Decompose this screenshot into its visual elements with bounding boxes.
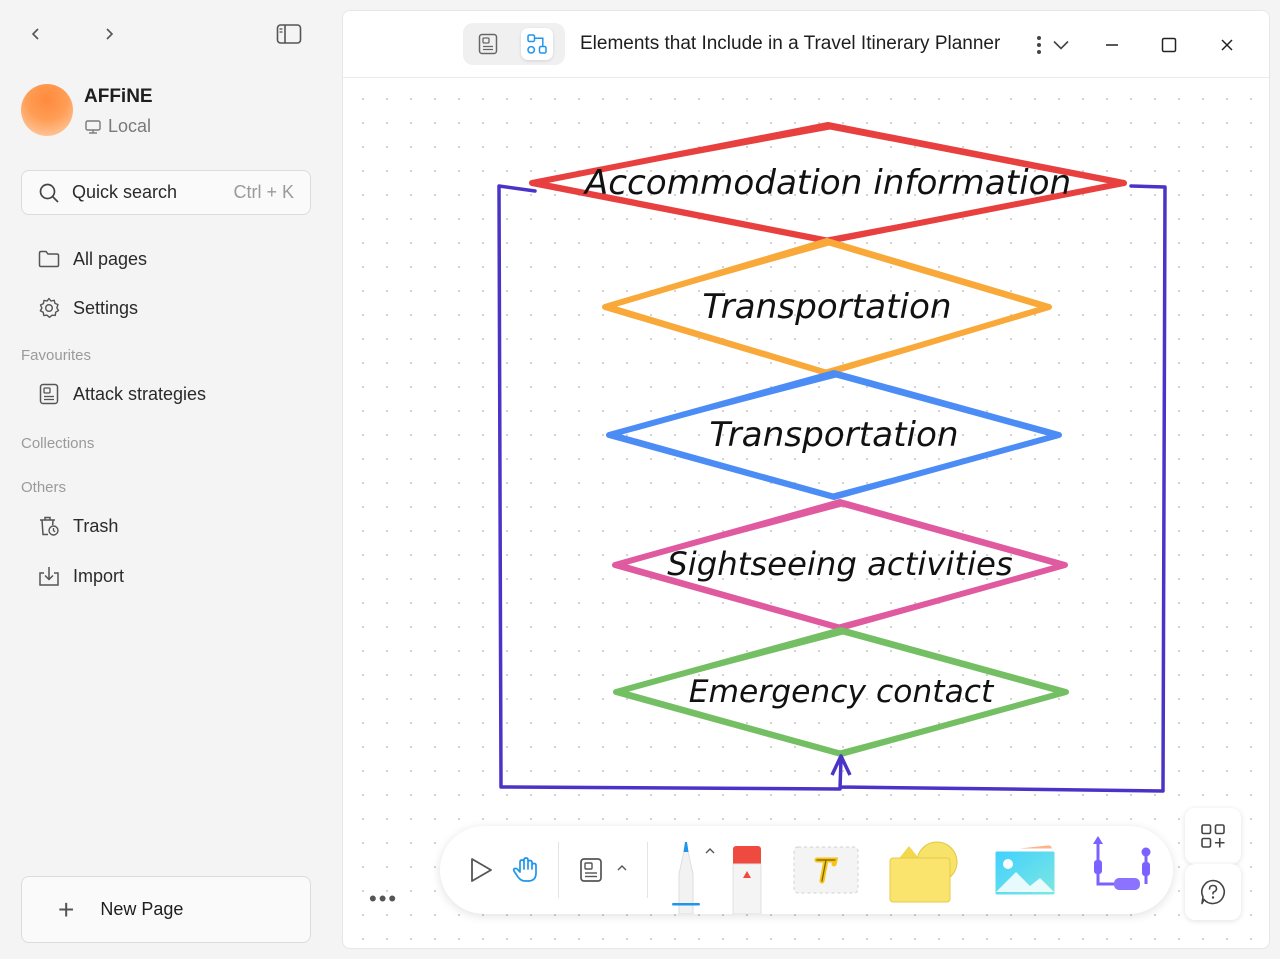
diamond-label: Transportation	[702, 287, 951, 327]
note-tool[interactable]	[574, 853, 608, 887]
more-options-button[interactable]: •••	[369, 886, 398, 912]
gear-icon	[37, 296, 61, 320]
frame-navigator-button[interactable]	[1185, 808, 1241, 864]
select-icon	[471, 858, 492, 882]
help-button[interactable]	[1185, 864, 1241, 920]
connector-icon	[1093, 836, 1151, 890]
text-icon	[793, 846, 859, 894]
eraser-tool[interactable]	[730, 834, 764, 914]
diamond-shape[interactable]: Sightseeing activities	[612, 499, 1068, 631]
note-tool-expand[interactable]	[614, 859, 630, 875]
others-heading[interactable]: Others	[21, 479, 66, 496]
toolbar-divider	[558, 842, 559, 898]
quick-search-shortcut: Ctrl + K	[233, 182, 294, 202]
diamond-label: Transportation	[709, 415, 958, 455]
close-button[interactable]	[1213, 31, 1241, 59]
pen-icon	[672, 842, 700, 914]
connector-tool[interactable]	[1086, 832, 1152, 900]
eraser-icon	[732, 846, 762, 914]
toolbar-divider	[647, 842, 648, 898]
pen-tool-expand[interactable]	[702, 842, 718, 858]
favourites-heading[interactable]: Favourites	[21, 347, 91, 364]
chevron-up-icon	[617, 864, 627, 870]
edgeless-toolbar	[440, 826, 1173, 914]
sidebar-item-settings[interactable]: Settings	[21, 288, 311, 328]
forward-button[interactable]	[95, 20, 123, 48]
sidebar-item-trash[interactable]: Trash	[21, 506, 311, 546]
shape-icon	[889, 841, 958, 903]
close-icon	[1221, 39, 1233, 51]
quick-search[interactable]: Quick search Ctrl + K	[21, 170, 311, 215]
diamond-label: Sightseeing activities	[667, 545, 1013, 583]
chevron-left-icon	[31, 28, 39, 40]
sidebar-item-label: All pages	[73, 248, 148, 269]
canvas-drawing: Accommodation information Transportation T…	[497, 122, 1167, 793]
sidebar-item-label: Attack strategies	[73, 383, 207, 404]
folder-icon	[37, 247, 61, 271]
maximize-button[interactable]	[1155, 31, 1183, 59]
diamond-label: Accommodation information	[583, 163, 1071, 203]
more-vertical-icon	[1037, 36, 1041, 54]
diamond-label: Emergency contact	[689, 674, 995, 710]
import-icon	[37, 564, 61, 588]
search-icon	[39, 183, 59, 203]
image-tool[interactable]	[990, 842, 1060, 902]
sidebar-item-label: Settings	[73, 297, 139, 318]
maximize-icon	[1161, 37, 1177, 53]
hand-tool[interactable]	[508, 853, 542, 887]
diamond-shape[interactable]: Emergency contact	[613, 627, 1069, 757]
sidebar: AFFiNE Local Quick search Ctrl + K All p…	[0, 0, 334, 959]
document-title[interactable]: Elements that Include in a Travel Itiner…	[580, 33, 1000, 55]
collections-heading[interactable]: Collections	[21, 435, 94, 452]
help-icon	[1201, 879, 1225, 905]
grid-add-icon	[1201, 824, 1225, 848]
minimize-icon	[1106, 44, 1118, 46]
page-mode-button[interactable]	[472, 28, 504, 60]
sidebar-item-label: Trash	[73, 515, 119, 536]
sidebar-item-all-pages[interactable]: All pages	[21, 239, 311, 279]
quick-search-label: Quick search	[72, 182, 178, 202]
chevron-down-icon	[1053, 40, 1069, 50]
header-bar: Elements that Include in a Travel Itiner…	[343, 11, 1269, 78]
main-panel: Elements that Include in a Travel Itiner…	[342, 10, 1270, 949]
chevron-right-icon	[106, 28, 114, 40]
trash-icon	[37, 514, 61, 538]
hand-icon	[512, 857, 537, 882]
sidebar-toggle-icon	[276, 24, 302, 44]
toggle-sidebar-button[interactable]	[275, 20, 303, 48]
new-page-button[interactable]: + New Page	[21, 876, 311, 943]
sidebar-item-attack-strategies[interactable]: Attack strategies	[21, 374, 311, 414]
workspace-avatar[interactable]	[21, 84, 73, 136]
mode-switch	[463, 23, 565, 65]
page-mode-icon	[478, 33, 498, 55]
edgeless-mode-icon	[527, 34, 547, 54]
shape-tool[interactable]	[885, 836, 961, 904]
workspace-storage-label: Local	[108, 116, 152, 136]
back-button[interactable]	[22, 20, 50, 48]
image-icon	[992, 845, 1058, 898]
workspace-storage: Local	[84, 116, 151, 137]
pen-tool[interactable]	[668, 834, 704, 914]
diamond-shape[interactable]: Accommodation information	[529, 122, 1127, 244]
note-icon	[580, 858, 602, 882]
edgeless-mode-button[interactable]	[521, 28, 553, 60]
sidebar-item-import[interactable]: Import	[21, 556, 311, 596]
workspace-name[interactable]: AFFiNE	[84, 86, 153, 108]
select-tool[interactable]	[464, 853, 498, 887]
new-page-label: New Page	[100, 899, 184, 919]
chevron-up-icon	[705, 847, 715, 853]
minimize-button[interactable]	[1098, 31, 1126, 59]
diamond-shape[interactable]: Transportation	[602, 238, 1052, 376]
diamond-shape[interactable]: Transportation	[606, 370, 1062, 500]
local-storage-icon	[85, 119, 101, 134]
plus-icon: +	[58, 893, 75, 925]
page-icon	[37, 382, 61, 406]
document-dropdown-button[interactable]	[1047, 31, 1075, 59]
sidebar-item-label: Import	[73, 565, 125, 586]
text-tool[interactable]	[793, 846, 859, 894]
edgeless-canvas[interactable]: Accommodation information Transportation T…	[343, 79, 1269, 948]
